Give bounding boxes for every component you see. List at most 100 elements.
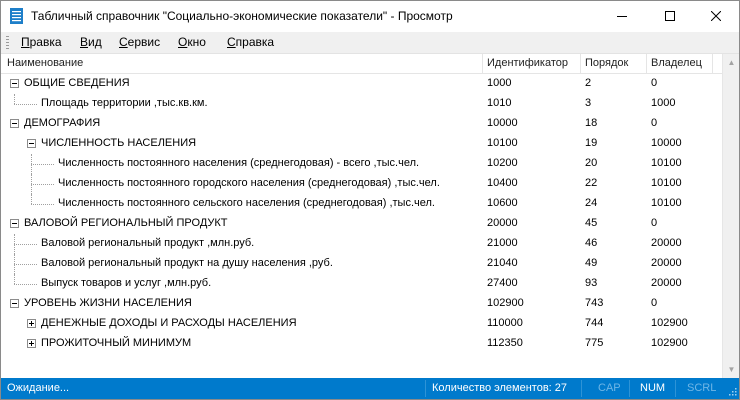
table-row[interactable]: Выпуск товаров и услуг ,млн.руб. 27400 93 2… <box>1 274 722 294</box>
column-header-owner[interactable]: Владелец <box>651 57 702 69</box>
cell-owner: 20000 <box>651 237 682 249</box>
resize-grip-icon[interactable] <box>728 387 737 396</box>
tree-connector <box>14 244 37 245</box>
table-row[interactable]: ЧИСЛЕННОСТЬ НАСЕЛЕНИЯ 10100 19 10000 <box>1 134 722 154</box>
cell-name: ДЕМОГРАФИЯ <box>24 117 101 129</box>
minus-box-icon[interactable] <box>27 139 36 148</box>
cell-id: 10400 <box>487 177 518 189</box>
title-bar[interactable]: Табличный справочник "Социально-экономич… <box>1 1 739 31</box>
table-row[interactable]: ДЕМОГРАФИЯ 10000 18 0 <box>1 114 722 134</box>
table-row[interactable]: Валовой региональный продукт на душу нас… <box>1 254 722 274</box>
status-text: Ожидание... <box>7 382 70 394</box>
cell-name: Численность постоянного городского насел… <box>58 177 440 189</box>
toolbar-grip[interactable] <box>6 36 9 49</box>
minus-box-icon[interactable] <box>10 299 19 308</box>
menu-window[interactable]: Окно <box>178 35 206 49</box>
tree-connector <box>31 184 54 185</box>
cell-order: 45 <box>585 217 598 229</box>
cell-id: 21000 <box>487 237 518 249</box>
column-header-order[interactable]: Порядок <box>585 57 628 69</box>
scroll-lock-indicator: SCRL <box>687 382 717 394</box>
cell-id: 10100 <box>487 137 518 149</box>
scroll-up-icon[interactable]: ▲ <box>723 54 739 71</box>
status-divider <box>425 380 426 397</box>
minus-box-icon[interactable] <box>10 79 19 88</box>
cell-name: ВАЛОВОЙ РЕГИОНАЛЬНЫЙ ПРОДУКТ <box>24 217 228 229</box>
cell-owner: 1000 <box>651 97 676 109</box>
status-divider <box>675 380 676 397</box>
cell-owner: 102900 <box>651 337 688 349</box>
minus-box-icon[interactable] <box>10 219 19 228</box>
plus-box-icon[interactable] <box>27 319 36 328</box>
cell-id: 102900 <box>487 297 524 309</box>
cell-name: Площадь территории ,тыс.кв.км. <box>41 97 208 109</box>
grid-header: Наименование Идентификатор Порядок Владе… <box>1 54 739 74</box>
cell-name: ОБЩИЕ СВЕДЕНИЯ <box>24 77 130 89</box>
minus-box-icon[interactable] <box>10 119 19 128</box>
table-row[interactable]: ПРОЖИТОЧНЫЙ МИНИМУМ 112350 775 102900 <box>1 334 722 354</box>
column-resizer[interactable] <box>646 54 647 73</box>
column-resizer[interactable] <box>482 54 483 73</box>
table-row[interactable]: ОБЩИЕ СВЕДЕНИЯ 1000 2 0 <box>1 74 722 94</box>
tree-connector <box>14 284 37 285</box>
cell-order: 46 <box>585 237 598 249</box>
cell-owner: 20000 <box>651 257 682 269</box>
column-resizer[interactable] <box>712 54 713 73</box>
cap-lock-indicator: CAP <box>598 382 621 394</box>
cell-name: Численность постоянного населения (средн… <box>58 157 420 169</box>
maximize-button[interactable] <box>647 1 693 31</box>
element-count: Количество элементов: 27 <box>432 382 568 394</box>
cell-id: 10200 <box>487 157 518 169</box>
table-row[interactable]: Численность постоянного сельского населе… <box>1 194 722 214</box>
table-row[interactable]: УРОВЕНЬ ЖИЗНИ НАСЕЛЕНИЯ 102900 743 0 <box>1 294 722 314</box>
table-row[interactable]: ВАЛОВОЙ РЕГИОНАЛЬНЫЙ ПРОДУКТ 20000 45 0 <box>1 214 722 234</box>
table-row[interactable]: Валовой региональный продукт ,млн.руб. 21… <box>1 234 722 254</box>
cell-name: Численность постоянного сельского населе… <box>58 197 435 209</box>
status-divider <box>581 380 582 397</box>
cell-order: 24 <box>585 197 598 209</box>
cell-owner: 10100 <box>651 157 682 169</box>
cell-owner: 10100 <box>651 177 682 189</box>
table-row[interactable]: Численность постоянного населения (средн… <box>1 154 722 174</box>
column-resizer[interactable] <box>580 54 581 73</box>
menu-bar: Правка Вид Сервис Окно Справка <box>1 32 739 54</box>
cell-id: 27400 <box>487 277 518 289</box>
tree-connector <box>14 274 15 284</box>
cell-order: 93 <box>585 277 598 289</box>
cell-owner: 0 <box>651 117 658 129</box>
status-divider <box>629 380 630 397</box>
menu-help[interactable]: Справка <box>227 35 274 49</box>
vertical-scrollbar[interactable]: ▲ ▼ <box>722 54 739 378</box>
cell-owner: 10000 <box>651 137 682 149</box>
window-title: Табличный справочник "Социально-экономич… <box>31 9 453 23</box>
tree-connector <box>31 164 54 165</box>
menu-service[interactable]: Сервис <box>119 35 160 49</box>
minimize-icon <box>617 16 627 17</box>
column-header-id[interactable]: Идентификатор <box>487 57 568 69</box>
table-row[interactable]: ДЕНЕЖНЫЕ ДОХОДЫ И РАСХОДЫ НАСЕЛЕНИЯ 11000… <box>1 314 722 334</box>
close-button[interactable] <box>693 1 739 31</box>
column-header-name[interactable]: Наименование <box>7 57 83 69</box>
menu-view[interactable]: Вид <box>80 35 102 49</box>
cell-order: 20 <box>585 157 598 169</box>
cell-name: ПРОЖИТОЧНЫЙ МИНИМУМ <box>41 337 192 349</box>
table-directory-icon <box>10 8 23 24</box>
maximize-icon <box>665 11 675 21</box>
tree-connector <box>31 154 32 174</box>
plus-box-icon[interactable] <box>27 339 36 348</box>
tree-grid[interactable]: Наименование Идентификатор Порядок Владе… <box>1 54 739 378</box>
table-row[interactable]: Численность постоянного городского насел… <box>1 174 722 194</box>
cell-order: 743 <box>585 297 604 309</box>
cell-order: 19 <box>585 137 598 149</box>
cell-order: 18 <box>585 117 598 129</box>
cell-id: 10000 <box>487 117 518 129</box>
scroll-down-icon[interactable]: ▼ <box>723 361 739 378</box>
minimize-button[interactable] <box>599 1 645 31</box>
tree-connector <box>14 104 37 105</box>
cell-order: 22 <box>585 177 598 189</box>
menu-edit[interactable]: Правка <box>21 35 62 49</box>
num-lock-indicator: NUM <box>640 382 666 394</box>
cell-owner: 20000 <box>651 277 682 289</box>
table-row[interactable]: Площадь территории ,тыс.кв.км. 1010 3 1000 <box>1 94 722 114</box>
close-icon <box>711 11 721 21</box>
